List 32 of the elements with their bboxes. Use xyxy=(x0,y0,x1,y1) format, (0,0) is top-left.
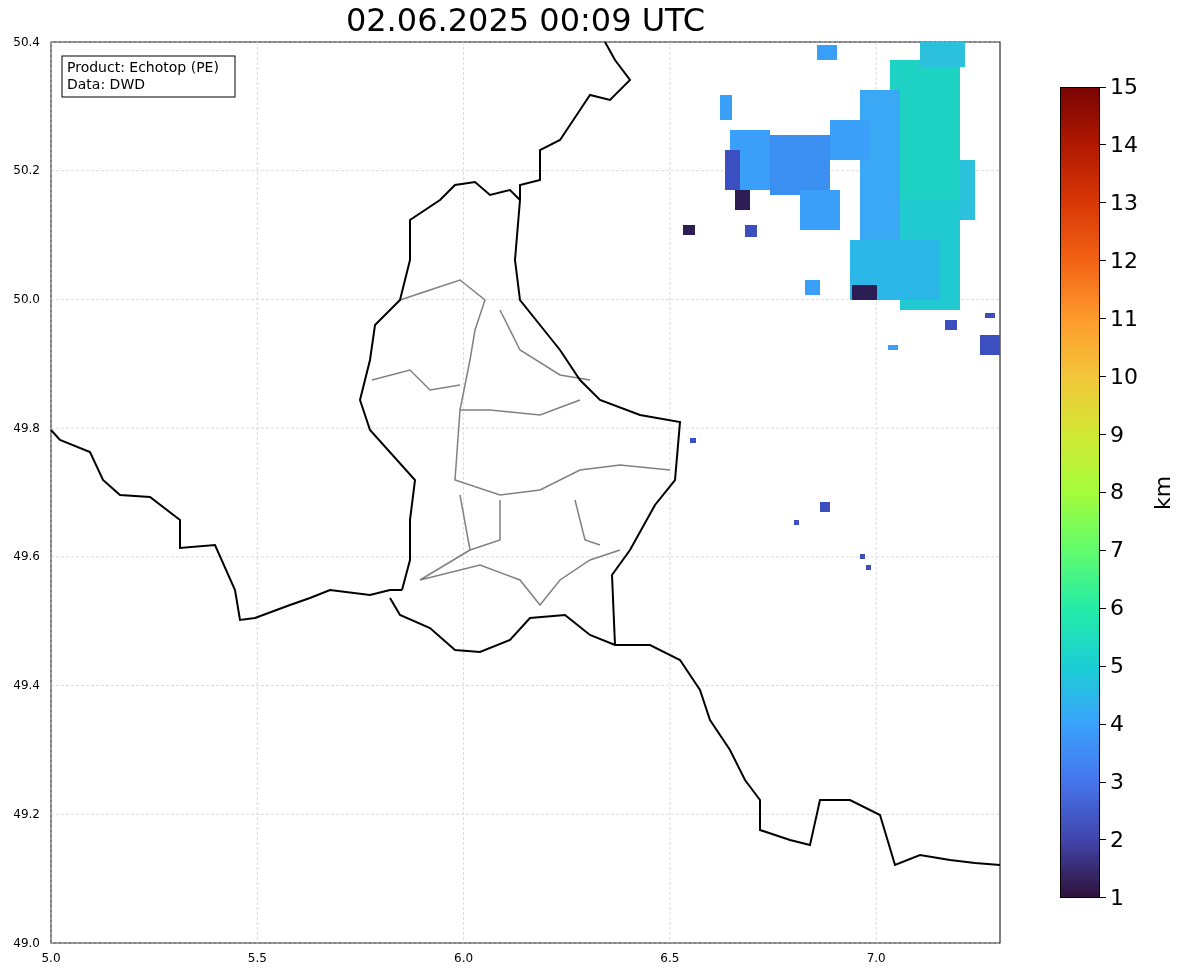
axis-tick-label: 49.2 xyxy=(13,806,40,821)
colorbar-tick-label: 4 xyxy=(1110,712,1124,737)
axis-tick-label: 49.8 xyxy=(13,420,40,435)
colorbar-tick-label: 13 xyxy=(1110,190,1138,215)
legend-text: Product: Echotop (PE) xyxy=(67,59,219,75)
legend-text: Data: DWD xyxy=(67,76,145,92)
axis-tick-label: 50.2 xyxy=(13,163,40,178)
colorbar-tick-label: 5 xyxy=(1110,654,1124,679)
colorbar-tick-label: 9 xyxy=(1110,422,1124,447)
axis-tick-label: 7.0 xyxy=(866,951,886,965)
axis-tick-label: 6.0 xyxy=(454,951,474,965)
colorbar-tick-label: 7 xyxy=(1110,538,1124,563)
colorbar-tick-label: 12 xyxy=(1110,248,1138,273)
axis-tick-label: 50.4 xyxy=(13,34,40,49)
axis-tick-label: 49.0 xyxy=(13,935,40,950)
axis-tick-label: 49.6 xyxy=(13,549,40,564)
axis-tick-label: 49.4 xyxy=(13,678,40,693)
colorbar-tick-label: 3 xyxy=(1110,770,1124,795)
colorbar-tick-label: 6 xyxy=(1110,596,1124,621)
colorbar-tick-label: 15 xyxy=(1110,75,1138,99)
colorbar-tick-label: 14 xyxy=(1110,132,1138,157)
axis-tick-label: 6.5 xyxy=(660,951,680,965)
colorbar-tick-label: 10 xyxy=(1110,364,1138,389)
colorbar-tick-label: 1 xyxy=(1110,885,1124,910)
colorbar-label: km xyxy=(1151,475,1176,510)
axis-tick-label: 50.0 xyxy=(13,291,40,306)
axis-tick-label: 5.0 xyxy=(41,951,61,965)
colorbar-tick-label: 8 xyxy=(1110,480,1124,505)
axis-tick-label: 5.5 xyxy=(247,951,267,965)
chart-title: 02.06.2025 00:09 UTC xyxy=(345,1,706,39)
colorbar-tick-label: 11 xyxy=(1110,306,1138,331)
colorbar-tick-label: 2 xyxy=(1110,828,1124,852)
